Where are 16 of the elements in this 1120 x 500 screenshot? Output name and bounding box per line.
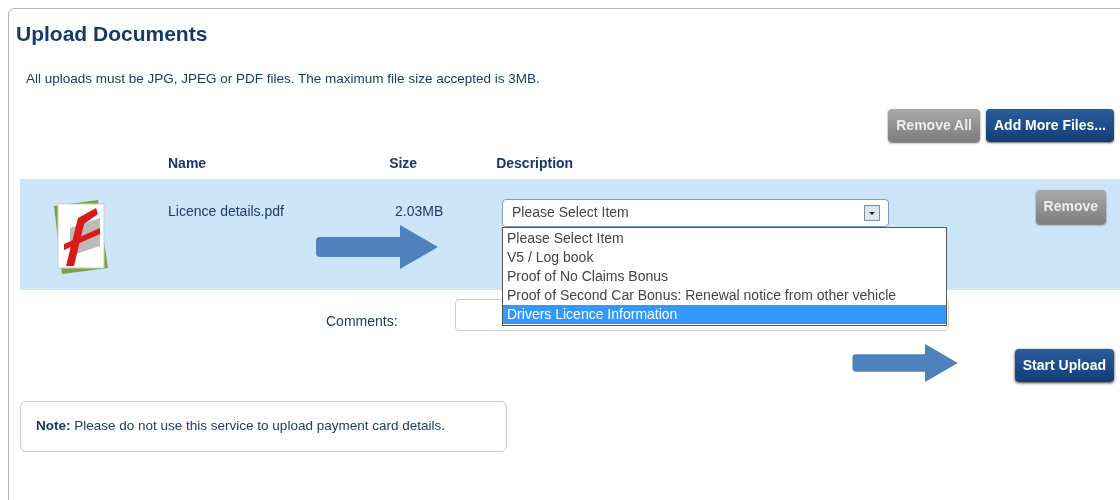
file-name: Licence details.pdf xyxy=(168,201,285,221)
upload-rules-text: All uploads must be JPG, JPEG or PDF files. The maximum file size accepted is 3MB. xyxy=(26,69,540,88)
column-header: Size xyxy=(389,153,418,173)
toolbar-button[interactable]: Add More Files... xyxy=(986,108,1114,142)
column-header: Name xyxy=(168,153,207,173)
comments-label: Comments: xyxy=(326,311,398,331)
start-upload-button[interactable]: Start Upload xyxy=(1014,348,1114,382)
dropdown-option[interactable]: Proof of Second Car Bonus: Renewal notice from other vehicle xyxy=(503,285,946,305)
dropdown-option[interactable]: Proof of No Claims Bonus xyxy=(503,266,946,286)
note-text: Note: Please do not use this service to upload payment card details. xyxy=(36,417,445,436)
column-header: Description xyxy=(496,153,574,173)
file-size: 2.03MB xyxy=(395,201,445,221)
arrow-icon xyxy=(316,224,440,269)
page-title: Upload Documents xyxy=(16,21,208,47)
dropdown-option[interactable]: V5 / Log book xyxy=(503,247,946,267)
dropdown-option[interactable]: Please Select Item xyxy=(503,228,946,248)
